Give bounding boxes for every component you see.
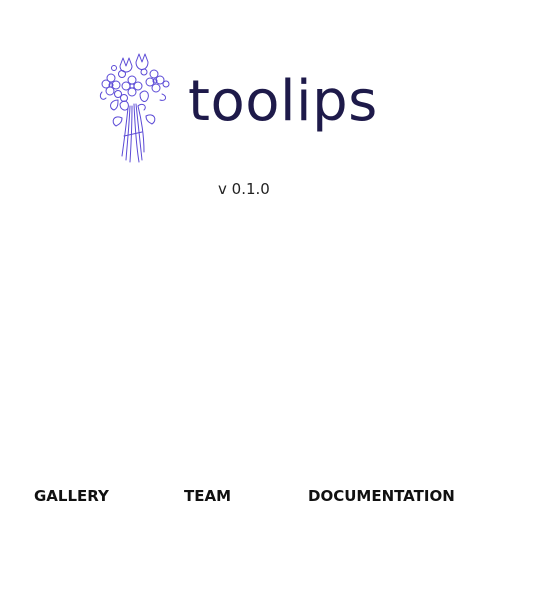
flower-bouquet-icon — [99, 53, 170, 163]
toolips-wordmark: toolips — [188, 69, 378, 134]
bottom-nav: GALLERY TEAM DOCUMENTATION — [0, 487, 544, 507]
toolips-logo: toolips — [96, 48, 396, 166]
nav-team-link[interactable]: TEAM — [184, 487, 231, 505]
version-label: v 0.1.0 — [218, 180, 270, 198]
nav-gallery-link[interactable]: GALLERY — [34, 487, 109, 505]
nav-documentation-link[interactable]: DOCUMENTATION — [308, 487, 455, 505]
